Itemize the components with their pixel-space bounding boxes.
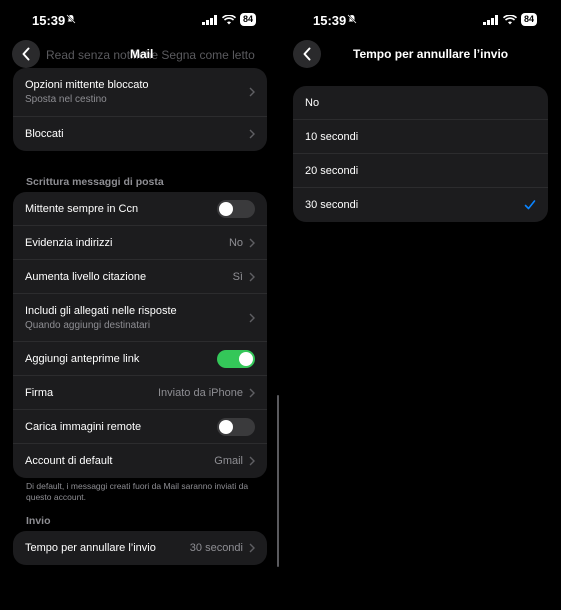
cellular-signal-icon	[482, 14, 498, 25]
row-value: Inviato da iPhone	[157, 386, 243, 399]
always-bcc-row: Mittente sempre in Ccn	[13, 192, 267, 226]
row-value: 30 secondi	[189, 542, 243, 554]
navigation-bar: Read senza notifiche Segna come letto Ma…	[0, 38, 280, 70]
signature-row[interactable]: Firma Inviato da iPhone	[13, 376, 267, 410]
link-previews-toggle[interactable]	[217, 349, 255, 368]
row-label: Includi gli allegati nelle risposte	[25, 304, 177, 317]
blocked-sender-options-row[interactable]: Opzioni mittente bloccato Sposta nel ces…	[13, 68, 267, 117]
section-title-compose: Scrittura messaggi di posta	[26, 176, 164, 188]
back-button[interactable]	[12, 40, 40, 68]
mail-settings-pane: 15:39 84 Read senza notifiche Segna come…	[0, 0, 280, 610]
link-previews-row: Aggiungi anteprime link	[13, 342, 267, 376]
row-sublabel: Quando aggiungi destinatari	[25, 319, 151, 331]
chevron-right-icon	[249, 388, 255, 397]
page-title: Tempo per annullare l’invio	[353, 47, 509, 61]
row-label: Bloccati	[25, 128, 64, 140]
default-account-footnote: Di default, i messaggi creati fuori da M…	[26, 481, 249, 502]
option-label: 30 secondi	[305, 199, 359, 211]
row-value: No	[228, 236, 243, 249]
row-label: Opzioni mittente bloccato	[25, 79, 149, 91]
back-button[interactable]	[293, 40, 321, 68]
include-attachments-row[interactable]: Includi gli allegati nelle risposte Quan…	[13, 294, 267, 342]
option-label: 10 secondi	[305, 130, 359, 143]
option-30-seconds[interactable]: 30 secondi	[293, 188, 548, 222]
row-label: Mittente sempre in Ccn	[25, 202, 139, 215]
row-label: Carica immagini remote	[25, 420, 142, 433]
chevron-right-icon	[249, 272, 255, 281]
cellular-signal-icon	[201, 14, 217, 25]
row-value: Gmail	[214, 455, 243, 467]
chevron-left-icon	[22, 47, 30, 61]
chevron-right-icon	[249, 456, 255, 466]
battery-indicator: 84	[520, 13, 537, 26]
status-bar: 15:39 84	[281, 0, 561, 40]
chevron-left-icon	[303, 47, 311, 61]
send-settings-group: Tempo per annullare l’invio 30 secondi	[13, 531, 267, 565]
chevron-right-icon	[249, 238, 255, 247]
compose-settings-group: Mittente sempre in Ccn Evidenzia indiriz…	[13, 192, 267, 478]
scrollbar[interactable]	[277, 395, 279, 567]
status-time: 15:39	[313, 13, 347, 28]
toggle-knob	[219, 419, 233, 434]
option-label: No	[305, 96, 320, 109]
increase-quote-level-row[interactable]: Aumenta livello citazione Sì	[13, 260, 267, 294]
undo-send-delay-row[interactable]: Tempo per annullare l’invio 30 secondi	[13, 531, 267, 565]
checkmark-icon	[524, 200, 536, 210]
row-sublabel: Sposta nel cestino	[25, 94, 107, 105]
silent-bell-icon	[347, 14, 357, 24]
option-10-seconds[interactable]: 10 secondi	[293, 120, 548, 154]
navigation-bar: Tempo per annullare l’invio	[281, 38, 561, 70]
row-label: Firma	[25, 386, 54, 399]
option-label: 20 secondi	[305, 164, 359, 177]
load-remote-images-toggle[interactable]	[217, 417, 255, 436]
blocked-settings-group: Opzioni mittente bloccato Sposta nel ces…	[13, 68, 267, 151]
default-account-row[interactable]: Account di default Gmail	[13, 444, 267, 478]
chevron-right-icon	[249, 543, 255, 553]
silent-bell-icon	[66, 14, 76, 24]
wifi-icon	[221, 14, 236, 24]
row-value: Sì	[232, 270, 243, 283]
blocked-row[interactable]: Bloccati	[13, 117, 267, 151]
delay-options-list: No 10 secondi 20 secondi 30 secondi	[293, 86, 548, 222]
row-label: Account di default	[25, 455, 113, 467]
undo-send-delay-pane: 15:39 84 Tempo per annullare l’invio No …	[281, 0, 561, 610]
chevron-right-icon	[249, 87, 255, 97]
option-no[interactable]: No	[293, 86, 548, 120]
row-label: Aggiungi anteprime link	[25, 352, 140, 365]
row-label: Evidenzia indirizzi	[25, 236, 113, 249]
battery-indicator: 84	[239, 13, 256, 26]
option-20-seconds[interactable]: 20 secondi	[293, 154, 548, 188]
chevron-right-icon	[249, 129, 255, 139]
toggle-knob	[239, 351, 253, 366]
row-label: Aumenta livello citazione	[25, 270, 147, 283]
status-bar: 15:39 84	[0, 0, 280, 40]
wifi-icon	[502, 14, 517, 24]
load-remote-images-row: Carica immagini remote	[13, 410, 267, 444]
chevron-right-icon	[249, 313, 255, 322]
mark-addresses-row[interactable]: Evidenzia indirizzi No	[13, 226, 267, 260]
status-time: 15:39	[32, 13, 66, 28]
toggle-knob	[219, 201, 233, 216]
section-title-send: Invio	[26, 515, 51, 527]
always-bcc-toggle[interactable]	[217, 199, 255, 218]
row-label: Tempo per annullare l’invio	[25, 542, 156, 554]
page-title: Mail	[130, 47, 154, 61]
